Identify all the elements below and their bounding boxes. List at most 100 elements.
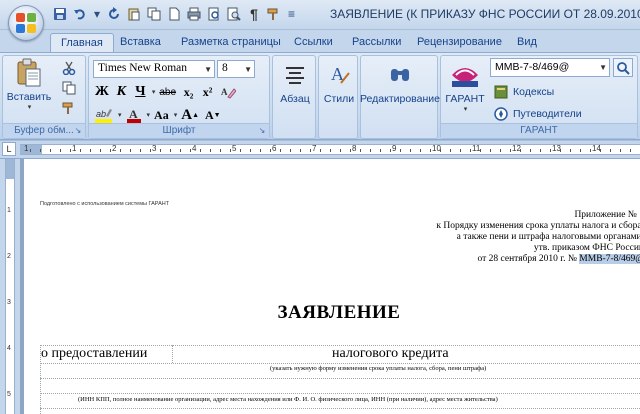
office-button[interactable]: [8, 5, 44, 41]
underline-dropdown-icon[interactable]: ▾: [152, 88, 156, 96]
highlight-color-icon[interactable]: ab: [93, 106, 115, 124]
codes-link[interactable]: Кодексы: [493, 84, 554, 100]
application-form-right[interactable]: налогового кредита: [332, 346, 449, 362]
font-launcher-icon[interactable]: ↘: [257, 126, 267, 136]
paste-dropdown-icon[interactable]: ▾: [28, 103, 32, 111]
superscript-button[interactable]: x²: [199, 83, 216, 101]
paragraph-button[interactable]: Абзац: [275, 60, 315, 105]
guides-label: Путеводители: [513, 108, 582, 120]
header-line: а также пени и штрафа налоговыми органам…: [456, 232, 640, 242]
bold-button[interactable]: Ж: [93, 83, 111, 101]
ruler-tick: [630, 149, 631, 152]
change-case-dropdown-icon[interactable]: ▾: [174, 111, 178, 119]
highlight-dropdown-icon[interactable]: ▾: [118, 111, 122, 119]
font-size-dropdown-icon[interactable]: ▼: [244, 65, 252, 74]
horizontal-ruler[interactable]: 1 1 2 3 4 5 6 7 8 9 10 11 12 13 14: [20, 144, 640, 155]
table-border: [172, 345, 173, 363]
binoculars-icon: [385, 60, 415, 90]
vertical-ruler-number: 4: [7, 345, 11, 352]
strikethrough-button[interactable]: abe: [157, 83, 178, 101]
tab-mailings[interactable]: Рассылки: [342, 33, 411, 52]
garant-dropdown-icon[interactable]: ▾: [464, 105, 468, 113]
clipboard-launcher-icon[interactable]: ↘: [73, 126, 83, 136]
font-group-label: Шрифт: [89, 123, 269, 138]
print-preview-icon[interactable]: [206, 6, 222, 22]
ruler-tick: [400, 149, 401, 152]
header-line: Приложение № 1: [574, 210, 640, 220]
copy-icon[interactable]: [146, 6, 162, 22]
font-color-icon[interactable]: A: [124, 106, 144, 124]
garant-button[interactable]: ГАРАНТ ▾: [443, 60, 487, 113]
font-name-combo[interactable]: Times New Roman ▼: [93, 60, 215, 78]
change-case-button[interactable]: Aa: [152, 106, 171, 124]
table-border: [40, 393, 640, 394]
ruler-number: 1: [24, 144, 29, 153]
font-color-row: ab ▾ A ▾ Aa ▾ A ▲ A ▼: [93, 106, 223, 124]
ruler-tick: [440, 149, 441, 152]
tab-insert[interactable]: Вставка: [110, 33, 171, 52]
ribbon-tabs: Главная Вставка Разметка страницы Ссылки…: [0, 30, 640, 52]
customize-icon[interactable]: ≡: [288, 7, 295, 21]
format-painter-icon[interactable]: [266, 6, 282, 22]
print-icon[interactable]: [186, 6, 202, 22]
cut-icon[interactable]: [61, 60, 77, 76]
grow-font-button[interactable]: A ▲: [179, 106, 201, 124]
paste-button[interactable]: Вставить ▾: [7, 58, 51, 111]
tab-page-layout[interactable]: Разметка страницы: [171, 33, 291, 52]
garant-search-button[interactable]: [613, 58, 633, 77]
font-name-value: Times New Roman: [98, 62, 188, 74]
ruler-tick: [590, 149, 591, 152]
ruler-tick: [460, 149, 461, 152]
styles-button[interactable]: A Стили: [320, 60, 358, 105]
ruler-tick: [580, 149, 581, 152]
quick-access-toolbar: ▾ ¶ ≡: [52, 6, 297, 22]
underline-button[interactable]: Ч: [132, 83, 149, 101]
application-form-left[interactable]: о предоставлении: [41, 346, 147, 362]
tab-home[interactable]: Главная: [50, 33, 114, 52]
undo-icon[interactable]: [72, 6, 88, 22]
tab-selector-button[interactable]: L: [2, 142, 16, 156]
ruler-tick: [530, 149, 531, 152]
ruler-tick: [230, 149, 231, 152]
italic-button[interactable]: К: [113, 83, 130, 101]
ruler-tick: [200, 149, 201, 152]
document-page[interactable]: Подготовлено с использованием системы ГА…: [24, 159, 640, 414]
ruler-tick: [540, 149, 541, 152]
font-size-combo[interactable]: 8 ▼: [217, 60, 255, 78]
vertical-ruler-number: 5: [7, 391, 11, 398]
vertical-ruler[interactable]: 1 2 3 4 5: [5, 159, 15, 414]
editing-button[interactable]: Редактирование: [360, 60, 440, 105]
refresh-icon[interactable]: [106, 6, 122, 22]
guides-icon: [493, 106, 509, 122]
format-painter-icon[interactable]: [61, 100, 77, 116]
tab-review[interactable]: Рецензирование: [407, 33, 512, 52]
search-document-icon[interactable]: [226, 6, 242, 22]
search-icon: [617, 61, 630, 75]
taxpayer-hint: (ИНН КПП, полное наименование организаци…: [78, 396, 498, 403]
ruler-tick: [190, 149, 191, 152]
ruler-tick: [490, 149, 491, 152]
header-line: утв. приказом ФНС России: [533, 243, 640, 253]
ruler-number: 9: [392, 144, 397, 153]
undo-dropdown-icon[interactable]: ▾: [94, 7, 100, 21]
new-document-icon[interactable]: [166, 6, 182, 22]
font-color-dropdown-icon[interactable]: ▾: [147, 111, 151, 119]
paste-special-icon[interactable]: [126, 6, 142, 22]
garant-search-dropdown-icon[interactable]: ▼: [599, 63, 607, 72]
tab-references[interactable]: Ссылки: [284, 33, 343, 52]
clear-formatting-icon[interactable]: A: [218, 83, 238, 101]
subscript-button[interactable]: x₂: [180, 83, 197, 101]
ruler-number: 6: [272, 144, 277, 153]
grow-font-label: A: [181, 106, 193, 123]
save-icon[interactable]: [52, 6, 68, 22]
ruler-tick: [390, 149, 391, 152]
garant-search-input[interactable]: ММВ-7-8/469@ ▼: [490, 58, 610, 77]
window-title: ЗАЯВЛЕНИЕ (К ПРИКАЗУ ФНС РОССИИ ОТ 28.09…: [330, 7, 640, 21]
tab-view[interactable]: Вид: [507, 33, 547, 52]
copy-icon[interactable]: [61, 80, 77, 96]
guides-link[interactable]: Путеводители: [493, 106, 582, 122]
shrink-font-button[interactable]: A ▼: [203, 106, 223, 124]
ruler-tick: [450, 149, 451, 152]
font-name-dropdown-icon[interactable]: ▼: [204, 65, 212, 74]
paragraph-mark-icon[interactable]: ¶: [246, 6, 262, 22]
